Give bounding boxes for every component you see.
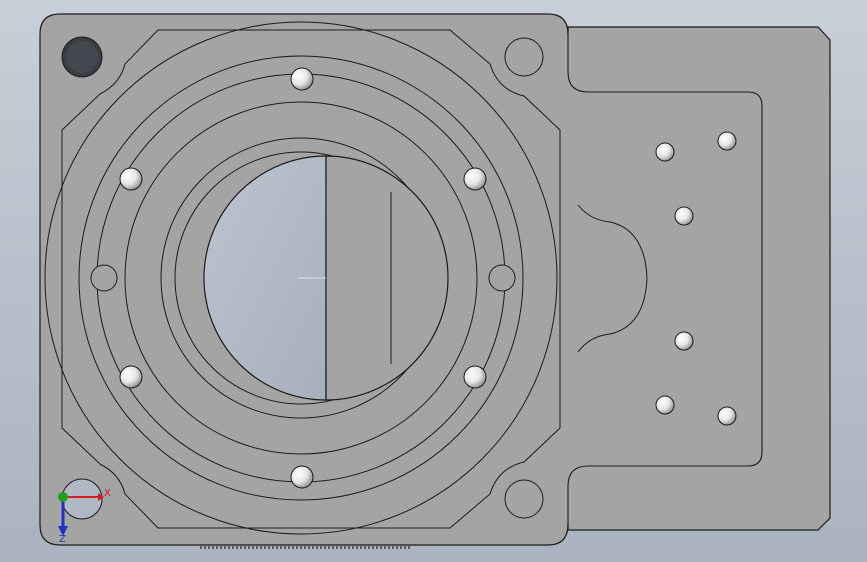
countersunk-hole-icon[interactable] bbox=[290, 465, 314, 489]
countersunk-hole-icon[interactable] bbox=[674, 331, 694, 351]
triad-z-label: Z bbox=[59, 534, 66, 545]
edge-tooth bbox=[244, 545, 246, 549]
countersunk-hole-icon[interactable] bbox=[655, 395, 675, 415]
edge-tooth bbox=[408, 545, 410, 549]
edge-tooth bbox=[304, 545, 306, 549]
edge-tooth bbox=[400, 545, 402, 549]
edge-tooth bbox=[392, 545, 394, 549]
edge-tooth bbox=[384, 545, 386, 549]
part-model-view[interactable]: X Z bbox=[0, 0, 867, 562]
edge-tooth bbox=[312, 545, 314, 549]
edge-tooth bbox=[280, 545, 282, 549]
edge-tooth bbox=[240, 545, 242, 549]
edge-tooth bbox=[292, 545, 294, 549]
corner-hole-bottom-left[interactable] bbox=[61, 478, 103, 520]
countersunk-hole-icon[interactable] bbox=[655, 142, 675, 162]
edge-tooth bbox=[328, 545, 330, 549]
countersunk-hole-icon[interactable] bbox=[463, 167, 487, 191]
triad-y-axis bbox=[58, 492, 68, 502]
countersunk-hole-icon[interactable] bbox=[290, 67, 314, 91]
edge-tooth bbox=[252, 545, 254, 549]
edge-tooth bbox=[324, 545, 326, 549]
edge-tooth bbox=[336, 545, 338, 549]
edge-tooth bbox=[236, 545, 238, 549]
cad-graphics-viewport[interactable]: X Z bbox=[0, 0, 867, 562]
countersunk-hole-icon[interactable] bbox=[674, 206, 694, 226]
edge-tooth bbox=[404, 545, 406, 549]
edge-tooth bbox=[216, 545, 218, 549]
edge-tooth bbox=[288, 545, 290, 549]
triad-x-label: X bbox=[104, 488, 111, 499]
edge-tooth bbox=[332, 545, 334, 549]
countersunk-hole-icon[interactable] bbox=[717, 131, 737, 151]
edge-tooth bbox=[308, 545, 310, 549]
edge-tooth bbox=[300, 545, 302, 549]
edge-tooth bbox=[268, 545, 270, 549]
edge-tooth bbox=[364, 545, 366, 549]
edge-tooth bbox=[264, 545, 266, 549]
edge-tooth bbox=[396, 545, 398, 549]
edge-tooth bbox=[204, 545, 206, 549]
edge-tooth bbox=[360, 545, 362, 549]
edge-tooth bbox=[356, 545, 358, 549]
corner-hole-top-right[interactable] bbox=[504, 37, 544, 77]
countersunk-hole-icon[interactable] bbox=[119, 167, 143, 191]
edge-tooth bbox=[228, 545, 230, 549]
dowel-hole-right[interactable] bbox=[488, 264, 516, 292]
edge-tooth bbox=[276, 545, 278, 549]
edge-tooth bbox=[232, 545, 234, 549]
edge-tooth bbox=[272, 545, 274, 549]
edge-tooth bbox=[340, 545, 342, 549]
edge-tooth bbox=[212, 545, 214, 549]
edge-tooth bbox=[284, 545, 286, 549]
edge-tooth bbox=[220, 545, 222, 549]
edge-tooth bbox=[372, 545, 374, 549]
countersunk-hole-icon[interactable] bbox=[463, 365, 487, 389]
edge-tooth bbox=[380, 545, 382, 549]
edge-tooth bbox=[296, 545, 298, 549]
edge-tooth bbox=[260, 545, 262, 549]
edge-tooth bbox=[248, 545, 250, 549]
countersunk-hole-icon[interactable] bbox=[119, 365, 143, 389]
edge-tooth bbox=[320, 545, 322, 549]
edge-tooth bbox=[224, 545, 226, 549]
edge-tooth bbox=[376, 545, 378, 549]
edge-tooth bbox=[352, 545, 354, 549]
corner-hole-bottom-right[interactable] bbox=[504, 479, 544, 519]
edge-tooth bbox=[200, 545, 202, 549]
edge-tooth bbox=[344, 545, 346, 549]
corner-hole-top-left-inner bbox=[66, 41, 98, 73]
edge-tooth bbox=[316, 545, 318, 549]
countersunk-hole-icon[interactable] bbox=[717, 406, 737, 426]
edge-tooth bbox=[368, 545, 370, 549]
edge-tooth bbox=[208, 545, 210, 549]
dowel-hole-left[interactable] bbox=[90, 264, 118, 292]
edge-tooth bbox=[256, 545, 258, 549]
edge-tooth bbox=[388, 545, 390, 549]
edge-tooth bbox=[348, 545, 350, 549]
